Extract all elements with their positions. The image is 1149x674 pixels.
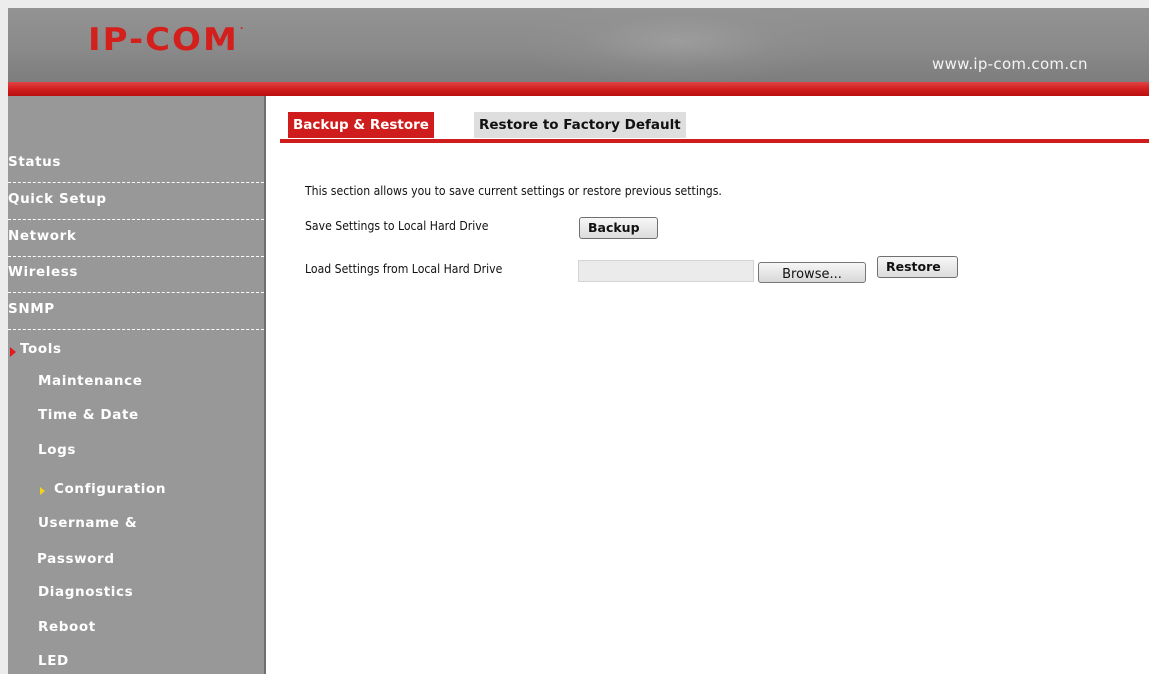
- sidebar-item-label: SNMP: [8, 301, 55, 317]
- load-settings-label: Load Settings from Local Hard Drive: [305, 262, 503, 276]
- sidebar-item-label: Tools: [20, 341, 62, 357]
- site-url: www.ip-com.com.cn: [932, 55, 1088, 73]
- sidebar-item-label: Status: [8, 154, 61, 170]
- logo-mark: .: [239, 21, 246, 32]
- submenu-item-led[interactable]: LED: [38, 653, 69, 669]
- logo-text: IP-COM: [88, 21, 239, 59]
- tab-underline: [280, 139, 1149, 143]
- file-path-input[interactable]: [578, 260, 754, 282]
- header-banner: IP-COM. www.ip-com.com.cn: [8, 8, 1149, 82]
- world-map-watermark: [528, 8, 828, 82]
- save-settings-label: Save Settings to Local Hard Drive: [305, 219, 489, 233]
- sidebar-item-wireless[interactable]: Wireless: [8, 256, 264, 293]
- restore-button[interactable]: Restore: [877, 256, 958, 278]
- ip-com-logo: IP-COM.: [88, 22, 246, 59]
- backup-button[interactable]: Backup: [579, 217, 658, 239]
- submenu-item-reboot[interactable]: Reboot: [38, 619, 96, 635]
- submenu-item-username-password[interactable]: Username &: [38, 515, 137, 531]
- sidebar-item-quick-setup[interactable]: Quick Setup: [8, 183, 264, 220]
- submenu-item-logs[interactable]: Logs: [38, 442, 76, 458]
- header-red-bar: [8, 82, 1149, 96]
- sidebar-item-label: Quick Setup: [8, 191, 107, 207]
- section-description: This section allows you to save current …: [305, 184, 722, 198]
- window-left-frame: [0, 0, 8, 674]
- sidebar-item-status[interactable]: Status: [8, 146, 264, 183]
- submenu-item-configuration[interactable]: Configuration: [54, 481, 166, 497]
- submenu-item-username-password-cont[interactable]: Password: [37, 551, 115, 567]
- sidebar-divider: [264, 96, 266, 674]
- submenu-item-maintenance[interactable]: Maintenance: [38, 373, 142, 389]
- sidebar-item-network[interactable]: Network: [8, 220, 264, 257]
- active-arrow-icon: [10, 347, 16, 357]
- sidebar-item-tools[interactable]: Tools: [8, 333, 264, 369]
- submenu-item-diagnostics[interactable]: Diagnostics: [38, 584, 133, 600]
- submenu-item-time-date[interactable]: Time & Date: [38, 407, 139, 423]
- tab-backup-restore[interactable]: Backup & Restore: [288, 112, 434, 138]
- sidebar: Status Quick Setup Network Wireless SNMP…: [8, 96, 264, 674]
- current-page-arrow-icon: [40, 487, 45, 495]
- tab-restore-factory-default[interactable]: Restore to Factory Default: [474, 112, 686, 138]
- sidebar-item-snmp[interactable]: SNMP: [8, 293, 264, 330]
- sidebar-item-label: Wireless: [8, 264, 78, 280]
- window-top-frame: [0, 0, 1149, 8]
- sidebar-item-label: Network: [8, 228, 77, 244]
- browse-button[interactable]: Browse...: [758, 262, 866, 283]
